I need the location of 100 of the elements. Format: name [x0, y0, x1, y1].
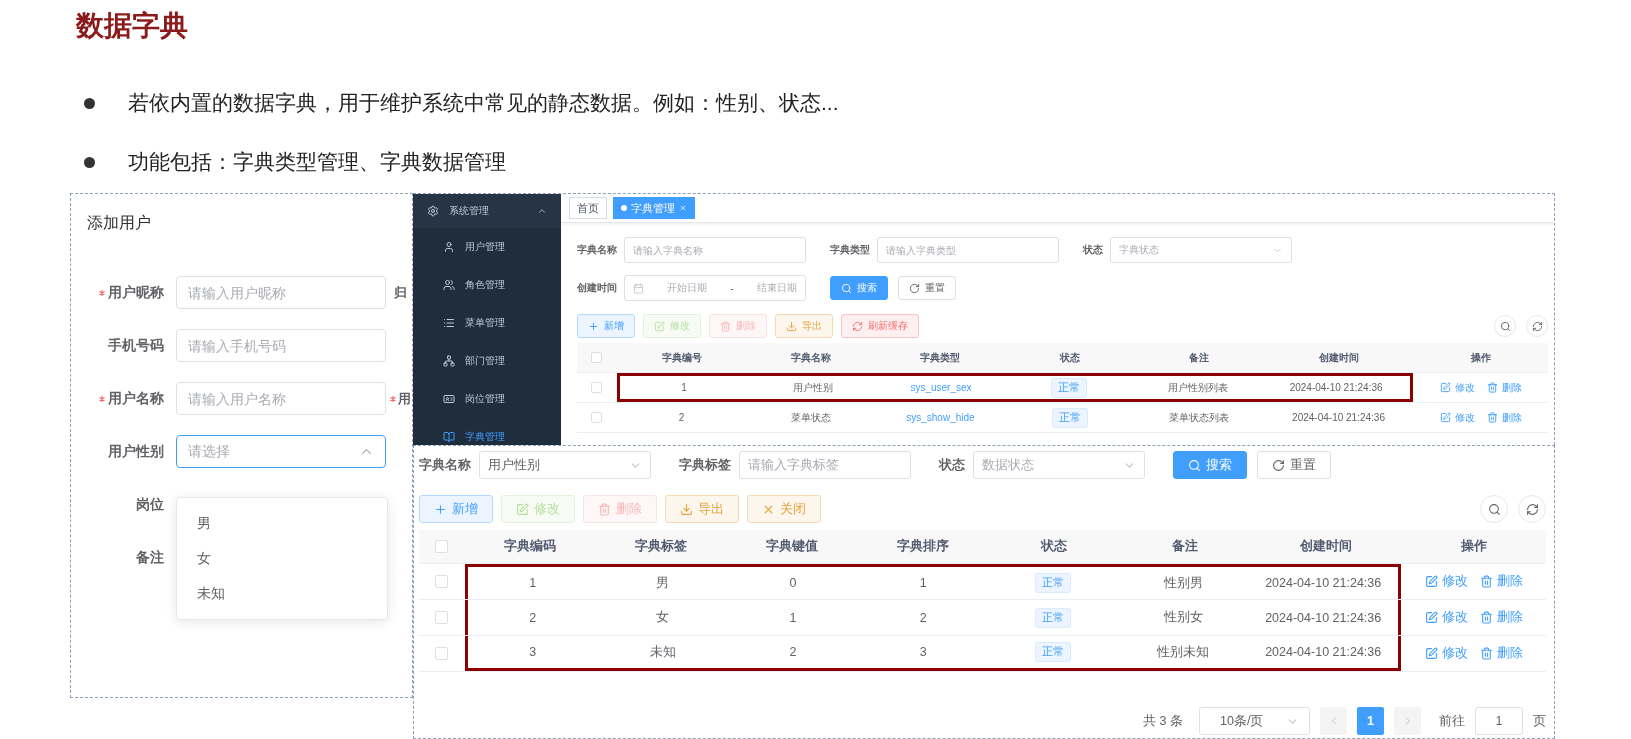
checkbox[interactable]	[591, 412, 603, 423]
refresh-icon	[1531, 320, 1543, 332]
refresh-cache-button[interactable]: 刷新缓存	[840, 314, 919, 338]
table-cell: 1	[681, 382, 687, 393]
bullet-text: 若依内置的数据字典，用于维护系统中常见的静态数据。例如：性别、状态...	[128, 90, 839, 116]
field-label: 手机号码	[108, 336, 164, 355]
export-button[interactable]: 导出	[664, 495, 739, 523]
filter-label: 状态	[938, 456, 965, 474]
column-header: 备注	[1171, 538, 1198, 555]
calendar-icon	[632, 282, 644, 294]
add-button[interactable]: 新增	[418, 495, 493, 523]
select-field[interactable]: 请选择	[176, 435, 386, 468]
prev-page-button[interactable]	[1320, 707, 1347, 735]
book-icon	[442, 431, 455, 443]
search-toggle-button[interactable]	[1494, 315, 1516, 337]
tab[interactable]: 首页	[568, 197, 607, 219]
delete-link[interactable]: 删除	[1479, 573, 1523, 590]
select-field[interactable]: 字典状态	[1109, 237, 1292, 263]
page-size-select[interactable]: 10条/页	[1199, 707, 1310, 735]
chevron-up-icon	[536, 206, 547, 216]
filter-label: 创建时间	[576, 281, 617, 295]
checkbox[interactable]	[435, 540, 449, 553]
edit-link[interactable]: 修改	[1439, 410, 1475, 425]
table-cell: 2024-04-10 21:24:36	[1292, 412, 1385, 423]
sidebar-item[interactable]: 部门管理	[412, 342, 561, 380]
reset-button[interactable]: 重置	[1256, 451, 1331, 479]
page-input[interactable]: 1	[1475, 707, 1523, 735]
delete-link[interactable]: 删除	[1486, 380, 1522, 395]
close-button[interactable]: 关闭	[746, 495, 821, 523]
filter-label: 字典名称	[576, 243, 617, 257]
edit-link[interactable]: 修改	[1424, 573, 1468, 590]
dialog-title: 添加用户	[87, 213, 152, 233]
add-button[interactable]: 新增	[576, 314, 635, 338]
sidebar-item[interactable]: 用户管理	[412, 228, 561, 266]
refresh-button[interactable]	[1518, 495, 1546, 523]
checkbox[interactable]	[435, 647, 449, 660]
field-label: 归	[394, 283, 407, 302]
table-cell: 2024-04-10 21:24:36	[1265, 610, 1382, 625]
tab[interactable]: 字典管理	[612, 197, 695, 219]
trash-icon	[1486, 412, 1498, 423]
gear-icon	[426, 205, 439, 217]
dropdown-option[interactable]: 女	[177, 541, 387, 576]
checkbox[interactable]	[435, 575, 449, 588]
type-link[interactable]: sys_show_hide	[906, 412, 975, 423]
column-header: 字典编码	[504, 538, 557, 555]
search-toggle-button[interactable]	[1480, 495, 1508, 523]
column-header: 字典排序	[897, 538, 950, 555]
refresh-button[interactable]	[1526, 315, 1548, 337]
table-cell: 1	[529, 576, 537, 590]
slide-title: 数据字典	[76, 10, 189, 42]
edit-link[interactable]: 修改	[1439, 380, 1475, 395]
input-field[interactable]: 请输入字典名称	[623, 237, 806, 263]
reset-button[interactable]: 重置	[897, 276, 956, 300]
input-field[interactable]: 请输入用户昵称	[176, 276, 386, 309]
export-button[interactable]: 导出	[774, 314, 833, 338]
sidebar-item[interactable]: 岗位管理	[412, 380, 561, 418]
checkbox[interactable]	[591, 352, 603, 363]
sidebar-item[interactable]: 菜单管理	[412, 304, 561, 342]
table-cell: 菜单状态	[790, 410, 831, 425]
date-range-field[interactable]: 开始日期 - 结束日期	[623, 275, 806, 301]
trash-icon	[1479, 647, 1493, 660]
trash-icon	[1486, 382, 1498, 393]
dropdown-option[interactable]: 男	[177, 506, 387, 541]
checkbox[interactable]	[591, 382, 603, 393]
page-button[interactable]: 1	[1357, 707, 1384, 735]
table-cell: 女	[656, 609, 670, 626]
column-header: 字典标签	[635, 538, 688, 555]
edit-link[interactable]: 修改	[1424, 645, 1468, 662]
edit-icon	[515, 502, 529, 516]
dropdown-option[interactable]: 未知	[177, 576, 387, 611]
select-field[interactable]: 用户性别	[478, 451, 651, 479]
search-button[interactable]: 搜索	[829, 276, 888, 300]
search-button[interactable]: 搜索	[1172, 451, 1247, 479]
total-count: 共 3 条	[1143, 712, 1183, 730]
sidebar-item[interactable]: 角色管理	[412, 266, 561, 304]
search-icon	[1499, 320, 1511, 332]
input-field[interactable]: 请输入用户名称	[176, 382, 386, 415]
edit-icon	[653, 320, 665, 332]
sidebar-group[interactable]: 系统管理	[412, 194, 561, 228]
table-cell: 1	[789, 610, 797, 625]
edit-link[interactable]: 修改	[1424, 609, 1468, 626]
sidebar-item[interactable]: 字典管理	[412, 418, 561, 445]
delete-link[interactable]: 删除	[1486, 410, 1522, 425]
edit-icon	[1439, 412, 1451, 423]
next-page-button[interactable]	[1394, 707, 1421, 735]
delete-link[interactable]: 删除	[1479, 645, 1523, 662]
table-cell: 用户性别列表	[1168, 380, 1228, 395]
column-header: 字典名称	[790, 350, 831, 365]
input-field[interactable]: 请输入手机号码	[176, 329, 386, 362]
input-field[interactable]: 请输入字典标签	[738, 451, 911, 479]
table-cell: 2	[919, 610, 927, 625]
checkbox[interactable]	[435, 611, 449, 624]
select-field[interactable]: 数据状态	[972, 451, 1145, 479]
column-header: 创建时间	[1318, 350, 1359, 365]
table-cell: 1	[919, 576, 927, 590]
column-header: 字典键值	[766, 538, 819, 555]
table-cell: 2	[678, 412, 685, 423]
delete-link[interactable]: 删除	[1479, 609, 1523, 626]
input-field[interactable]: 请输入字典类型	[876, 237, 1059, 263]
type-link[interactable]: sys_user_sex	[910, 382, 972, 393]
